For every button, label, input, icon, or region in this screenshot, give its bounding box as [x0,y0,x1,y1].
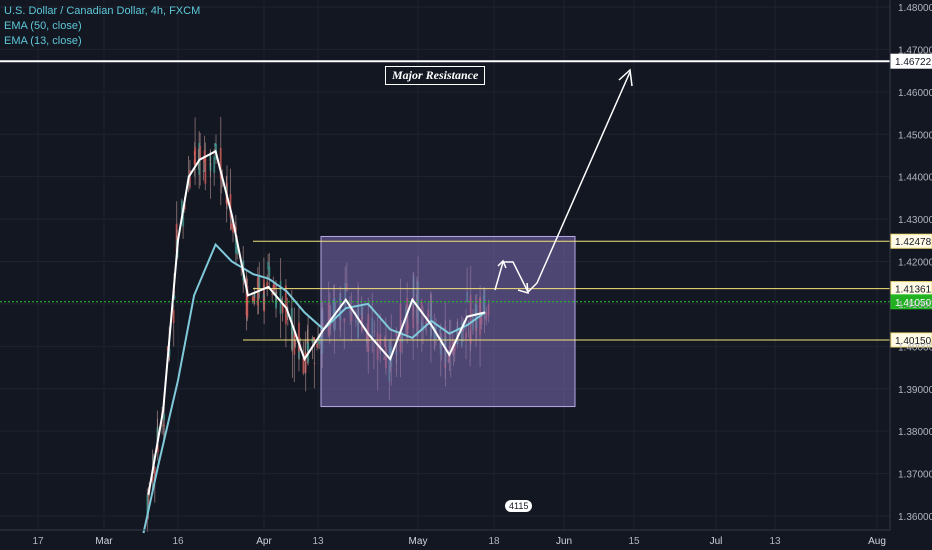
major-resistance-label[interactable]: Major Resistance [385,66,486,85]
time-tick-label: Jun [556,536,572,547]
price-tick-label: 1.48000 [898,3,932,14]
level-price-label: 1.41361 [895,285,932,296]
event-badge[interactable]: 4115 [505,500,533,512]
price-axis[interactable]: 1.48000 1.47000 1.46000 1.45000 1.44000 1.430… [898,3,932,523]
candle-body [213,156,216,174]
time-tick-label: 15 [628,536,640,547]
price-tick-label: 1.45000 [898,130,932,141]
candle-body [172,309,175,323]
level-price-label: 1.46722 [895,57,932,68]
candle-body [268,266,271,277]
time-tick-label: Mar [95,536,113,547]
candle-body [230,223,233,229]
candle-body [313,362,316,364]
candle-body [273,284,276,291]
price-tick-label: 1.40000 [898,342,932,353]
price-tick-label: 1.47000 [898,45,932,56]
price-tick-label: 1.41000 [898,300,932,311]
ema13-legend: EMA (13, close) [4,35,82,47]
price-tick-label: 1.44000 [898,173,932,184]
candle-body [263,297,266,312]
time-tick-label: May [409,536,428,547]
time-tick-label: 18 [488,536,500,547]
price-tick-label: 1.38000 [898,427,932,438]
time-tick-label: Jul [710,536,723,547]
price-tick-label: 1.42000 [898,258,932,269]
candle-body [163,413,166,421]
time-tick-label: 17 [32,536,44,547]
time-tick-label: Apr [256,536,272,547]
level-price-label: 1.42478 [895,237,932,248]
symbol-title: U.S. Dollar / Canadian Dollar, 4h, FXCM [4,5,201,17]
time-tick-label: 16 [172,536,184,547]
candle-body [294,342,297,344]
ema50-legend: EMA (50, close) [4,20,82,32]
candle-body [253,297,256,302]
time-tick-label: 13 [312,536,324,547]
time-tick-label: 13 [769,536,781,547]
time-axis[interactable]: 17 Mar 16 Apr 13 May 18 Jun 15 Jul 13 Aug [32,536,885,547]
price-tick-label: 1.37000 [898,470,932,481]
candle-body [199,145,202,160]
time-tick-label: Aug [868,536,886,547]
candle-body [316,344,319,348]
candle-body [209,167,212,169]
price-tick-label: 1.36000 [898,512,932,523]
price-tick-label: 1.39000 [898,385,932,396]
price-tick-label: 1.46000 [898,88,932,99]
price-tick-label: 1.43000 [898,215,932,226]
candle-body [194,147,197,166]
chart-legend: U.S. Dollar / Canadian Dollar, 4h, FXCM … [4,4,200,49]
